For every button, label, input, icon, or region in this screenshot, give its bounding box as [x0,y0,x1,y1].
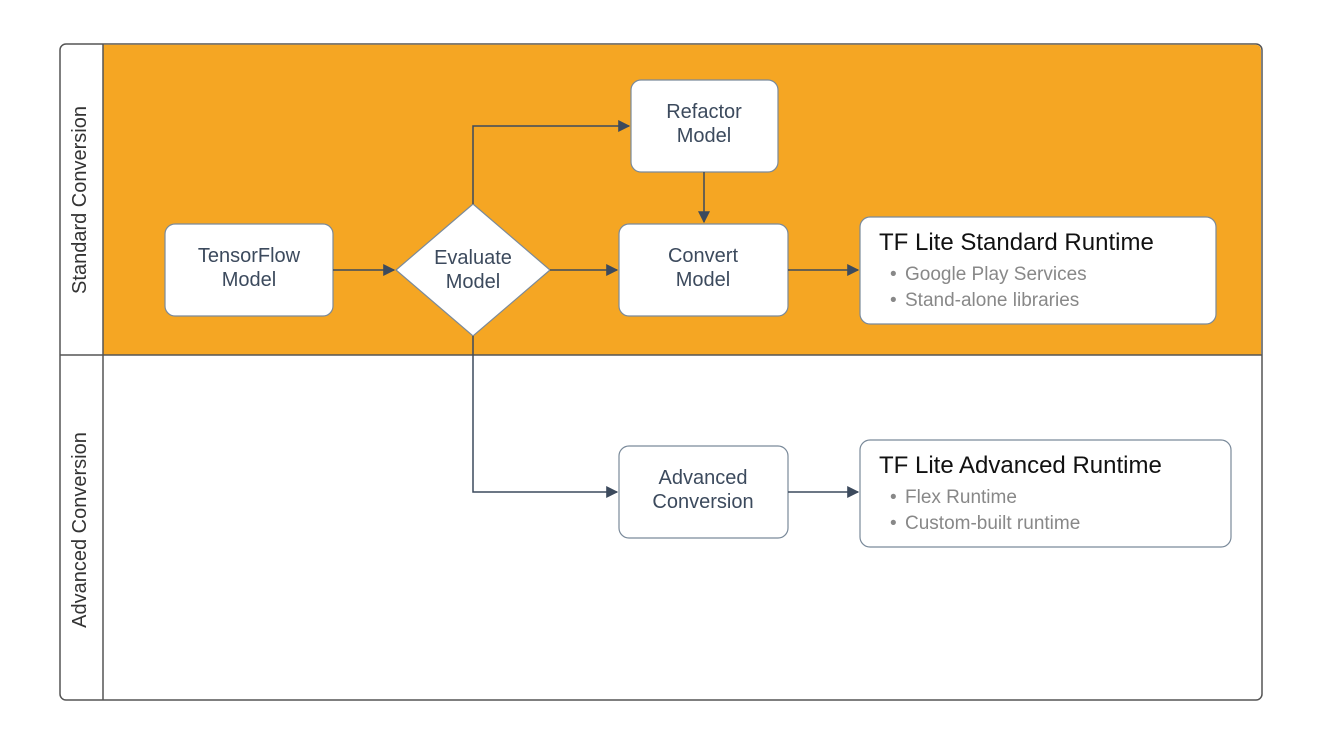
node-refactor-model: Refactor Model [631,80,778,172]
standard-runtime-title: TF Lite Standard Runtime [879,229,1154,256]
advanced-runtime-bullet-0: • [890,487,897,508]
advanced-runtime-title: TF Lite Advanced Runtime [879,452,1162,479]
advanced-runtime-bullet-1-text: Custom-built runtime [905,513,1080,534]
tensorflow-model-line1: TensorFlow [198,245,301,267]
node-tensorflow-model: TensorFlow Model [165,224,333,316]
refactor-model-line2: Model [677,125,731,147]
section-label-standard: Standard Conversion [69,106,91,294]
node-advanced-conversion: Advanced Conversion [619,446,788,538]
convert-model-line1: Convert [668,245,738,267]
advanced-conversion-line1: Advanced [659,467,748,489]
node-convert-model: Convert Model [619,224,788,316]
standard-runtime-bullet-1: • [890,290,897,311]
advanced-runtime-bullet-0-text: Flex Runtime [905,487,1017,508]
standard-runtime-bullet-0-text: Google Play Services [905,264,1087,285]
node-advanced-runtime: TF Lite Advanced Runtime • Flex Runtime … [860,440,1231,547]
advanced-conversion-line2: Conversion [652,491,753,513]
evaluate-model-line1: Evaluate [434,247,512,269]
convert-model-line2: Model [676,269,730,291]
advanced-runtime-bullet-1: • [890,513,897,534]
refactor-model-line1: Refactor [666,101,742,123]
conversion-diagram: Standard Conversion Advanced Conversion … [0,0,1320,755]
standard-runtime-bullet-0: • [890,264,897,285]
evaluate-model-line2: Model [446,271,500,293]
standard-runtime-bullet-1-text: Stand-alone libraries [905,290,1079,311]
node-standard-runtime: TF Lite Standard Runtime • Google Play S… [860,217,1216,324]
section-label-advanced: Advanced Conversion [69,432,91,628]
tensorflow-model-line2: Model [222,269,276,291]
